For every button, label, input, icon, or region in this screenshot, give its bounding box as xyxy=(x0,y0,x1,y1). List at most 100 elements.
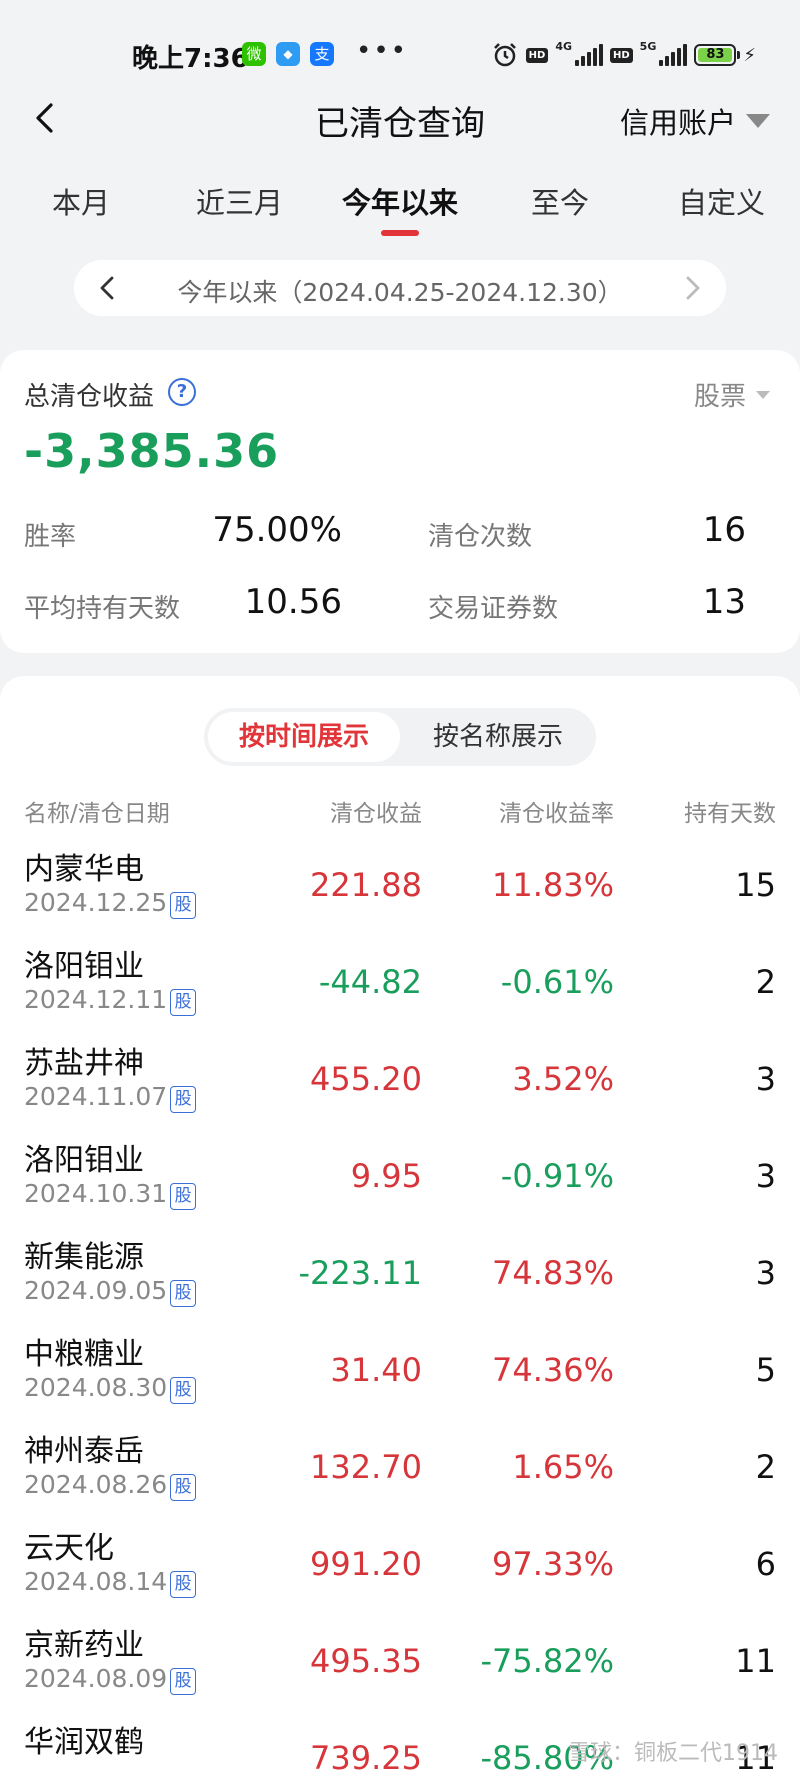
clear-profit-rate: -0.91% xyxy=(500,1157,614,1195)
status-bar: 晚上7:36 微 ◆ 支 ••• HD 4G HD 5G 83 ⚡ xyxy=(0,0,800,100)
next-period-icon[interactable] xyxy=(678,274,706,302)
stock-badge: 股 xyxy=(170,989,197,1016)
signal-icon xyxy=(659,44,688,66)
stock-name: 洛阳钼业 xyxy=(24,1143,144,1178)
clear-date-text: 2024.08.30 xyxy=(24,1373,168,1402)
header-name-date: 名称/清仓日期 xyxy=(24,801,170,827)
by-time-button[interactable]: 按时间展示 xyxy=(208,712,400,762)
hold-days: 15 xyxy=(735,866,776,904)
security-type-selector[interactable]: 股票 xyxy=(694,376,770,413)
clear-date: 2024.08.09 股 xyxy=(24,1664,197,1695)
securities-count-value: 13 xyxy=(702,582,746,622)
clear-date-text: 2024.12.25 xyxy=(24,888,168,917)
period-tabs: 本月 近三月 今年以来 至今 自定义 xyxy=(0,180,800,240)
stock-name: 洛阳钼业 xyxy=(24,949,144,984)
account-label: 信用账户 xyxy=(619,106,736,140)
clear-profit-rate: 74.36% xyxy=(491,1351,614,1389)
stock-name: 中粮糖业 xyxy=(24,1337,144,1372)
more-notifications-icon: ••• xyxy=(356,36,409,66)
tab-custom[interactable]: 自定义 xyxy=(678,180,765,222)
hd-icon: HD xyxy=(610,47,633,63)
account-selector[interactable]: 信用账户 xyxy=(620,100,770,142)
securities-count-label: 交易证券数 xyxy=(428,594,559,624)
clear-profit: 455.20 xyxy=(310,1060,422,1098)
table-row[interactable]: 内蒙华电 2024.12.25 股 221.88 11.83% 15 xyxy=(0,844,800,941)
clear-profit: 9.95 xyxy=(350,1157,422,1195)
signal-icon xyxy=(575,44,603,66)
tab-to-date[interactable]: 至今 xyxy=(531,180,589,222)
clear-date: 2024.09.05 股 xyxy=(24,1276,197,1307)
wechat-icon: 微 xyxy=(242,42,266,66)
table-row[interactable]: 云天化 2024.08.14 股 991.20 97.33% 6 xyxy=(0,1523,800,1620)
table-row[interactable]: 洛阳钼业 2024.10.31 股 9.95 -0.91% 3 xyxy=(0,1135,800,1232)
cleared-list-card: 按时间展示 按名称展示 名称/清仓日期 清仓收益 清仓收益率 持有天数 内蒙华电… xyxy=(0,676,800,1778)
stock-badge: 股 xyxy=(170,1571,197,1598)
stock-name: 京新药业 xyxy=(24,1628,144,1663)
stock-name: 内蒙华电 xyxy=(24,852,144,887)
nav-bar: 已清仓查询 信用账户 xyxy=(0,90,800,146)
hold-days: 6 xyxy=(755,1545,776,1583)
stock-badge: 股 xyxy=(170,1668,197,1695)
tab-year-to-date[interactable]: 今年以来 xyxy=(342,180,458,222)
clear-date: 2024.08.14 股 xyxy=(24,1567,197,1598)
table-row[interactable]: 洛阳钼业 2024.12.11 股 -44.82 -0.61% 2 xyxy=(0,941,800,1038)
clear-profit-rate: 1.65% xyxy=(512,1448,614,1486)
table-row[interactable]: 京新药业 2024.08.09 股 495.35 -75.82% 11 xyxy=(0,1620,800,1717)
table-row[interactable]: 苏盐井神 2024.11.07 股 455.20 3.52% 3 xyxy=(0,1038,800,1135)
tab-this-month[interactable]: 本月 xyxy=(52,180,110,222)
summary-card: 总清仓收益 ? 股票 -3,385.36 胜率 75.00% 清仓次数 16 平… xyxy=(0,350,800,653)
status-time: 晚上7:36 xyxy=(132,44,249,74)
header-profit-rate[interactable]: 清仓收益率 xyxy=(499,794,614,828)
header-profit[interactable]: 清仓收益 xyxy=(330,794,422,828)
watermark: 雪球：铜板二代1914 xyxy=(568,1741,778,1766)
app-icon: ◆ xyxy=(276,42,300,66)
date-range-bar: 今年以来（2024.04.25-2024.12.30） xyxy=(74,260,726,316)
clear-profit: -223.11 xyxy=(298,1254,422,1292)
hold-days: 3 xyxy=(755,1157,776,1195)
win-rate-value: 75.00% xyxy=(212,510,342,550)
clear-date-text: 2024.10.31 xyxy=(24,1179,168,1208)
battery-icon: 83 xyxy=(694,44,741,66)
stock-name: 云天化 xyxy=(24,1531,114,1566)
avg-days-label: 平均持有天数 xyxy=(24,594,181,624)
stock-badge: 股 xyxy=(170,1086,197,1113)
clear-profit: 991.20 xyxy=(310,1545,422,1583)
stock-name: 神州泰岳 xyxy=(24,1434,144,1469)
stock-badge: 股 xyxy=(170,892,197,919)
active-tab-indicator xyxy=(381,230,419,236)
hd-icon: HD xyxy=(525,47,549,63)
stock-name: 苏盐井神 xyxy=(24,1046,144,1081)
tab-last-three-months[interactable]: 近三月 xyxy=(196,180,283,222)
clear-date-text: 2024.08.09 xyxy=(24,1664,168,1693)
hold-days: 11 xyxy=(735,1642,776,1680)
clear-date-text: 2024.08.26 xyxy=(24,1470,168,1499)
win-rate-label: 胜率 xyxy=(24,522,77,552)
network-4g-label: 4G xyxy=(555,40,572,53)
clear-profit: 31.40 xyxy=(330,1351,422,1389)
header-hold-days[interactable]: 持有天数 xyxy=(684,794,776,828)
help-icon[interactable]: ? xyxy=(168,378,196,406)
table-row[interactable]: 神州泰岳 2024.08.26 股 132.70 1.65% 2 xyxy=(0,1426,800,1523)
hold-days: 2 xyxy=(755,963,776,1001)
clear-profit-rate: -75.82% xyxy=(480,1642,614,1680)
dropdown-triangle-icon xyxy=(756,390,770,399)
clear-profit-rate: 74.83% xyxy=(491,1254,614,1292)
clear-date: 2024.12.25 股 xyxy=(24,888,197,919)
clear-date-text: 2024.08.14 xyxy=(24,1567,168,1596)
clear-profit-rate: 11.83% xyxy=(491,866,614,904)
hold-days: 3 xyxy=(755,1060,776,1098)
avg-days-value: 10.56 xyxy=(244,582,342,622)
by-name-button[interactable]: 按名称展示 xyxy=(404,712,592,762)
status-indicators: HD 4G HD 5G 83 ⚡ xyxy=(491,40,756,70)
charging-icon: ⚡ xyxy=(743,44,756,66)
clear-date-text: 2024.11.07 xyxy=(24,1082,168,1111)
hold-days: 2 xyxy=(755,1448,776,1486)
battery-level: 83 xyxy=(698,48,733,62)
clear-profit-rate: 3.52% xyxy=(512,1060,614,1098)
stock-name: 华润双鹤 xyxy=(24,1725,144,1760)
table-row[interactable]: 新集能源 2024.09.05 股 -223.11 74.83% 3 xyxy=(0,1232,800,1329)
security-type-label: 股票 xyxy=(693,382,746,412)
table-row[interactable]: 中粮糖业 2024.08.30 股 31.40 74.36% 5 xyxy=(0,1329,800,1426)
stock-name: 新集能源 xyxy=(24,1240,144,1275)
clear-date-text: 2024.12.11 xyxy=(24,985,168,1014)
